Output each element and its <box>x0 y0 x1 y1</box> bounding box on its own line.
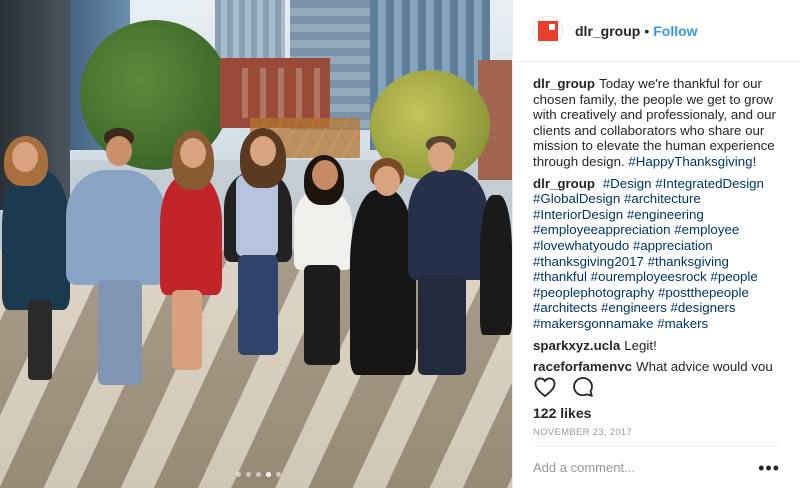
person-legs <box>172 290 202 370</box>
comment-button[interactable] <box>571 375 595 399</box>
like-button[interactable] <box>533 375 557 399</box>
likes-count[interactable]: 122 likes <box>533 405 591 421</box>
person <box>160 175 222 295</box>
person-legs <box>28 300 52 380</box>
comment-text: Legit! <box>624 337 657 353</box>
hashtag-link[interactable]: #IntegratedDesign <box>655 176 764 191</box>
hashtag-link[interactable]: #makersgonnamake <box>533 316 653 331</box>
avatar[interactable] <box>533 15 563 46</box>
comment-icon <box>573 377 593 397</box>
hashtag-link[interactable]: #appreciation <box>633 238 713 253</box>
hashtag-link[interactable]: #architects <box>533 300 597 315</box>
person <box>66 170 166 285</box>
carousel-dot[interactable] <box>276 472 281 477</box>
comment: raceforfamenyc What advice would you <box>533 359 783 371</box>
caption-end: ! <box>752 153 757 169</box>
caption-username[interactable]: dlr_group <box>533 76 595 91</box>
hashtag-comment-username[interactable]: dlr_group <box>533 176 595 191</box>
head <box>180 138 206 168</box>
caption-hashtag[interactable]: #HappyThanksgiving <box>628 154 752 169</box>
carousel-dot[interactable] <box>246 472 251 477</box>
hashtag-link[interactable]: #thankful <box>533 269 587 284</box>
caption: dlr_group Today we're thankful for our ch… <box>533 76 783 170</box>
hashtag-link[interactable]: #designers <box>671 300 736 315</box>
hashtag-link[interactable]: #peoplephotography <box>533 285 654 300</box>
head <box>374 166 400 196</box>
header-username[interactable]: dlr_group <box>575 23 640 39</box>
comments-list[interactable]: dlr_group Today we're thankful for our ch… <box>533 76 783 371</box>
person <box>408 170 488 280</box>
hashtag-comment: dlr_group #Design #IntegratedDesign #Glo… <box>533 176 783 332</box>
add-comment-input[interactable] <box>533 460 733 475</box>
person-legs <box>418 275 466 375</box>
comment: sparkxyz.ucla Legit! <box>533 338 783 354</box>
head <box>106 136 132 166</box>
head <box>12 142 38 172</box>
hashtag-link[interactable]: #engineering <box>627 207 704 222</box>
hashtag-link[interactable]: #lovewhatyoudo <box>533 238 629 253</box>
head <box>312 160 338 190</box>
more-options-icon[interactable]: ••• <box>758 459 780 477</box>
post-date: NOVEMBER 23, 2017 <box>533 427 633 438</box>
hashtag-link[interactable]: #people <box>710 269 757 284</box>
carousel-dot-active[interactable] <box>266 472 271 477</box>
head <box>428 142 454 172</box>
hashtag-link[interactable]: #engineers <box>601 300 667 315</box>
hashtag-link[interactable]: #makers <box>657 316 708 331</box>
carousel-indicator <box>236 472 281 477</box>
hashtag-link[interactable]: #ouremployeesrock <box>591 269 707 284</box>
head <box>250 136 276 166</box>
person-legs <box>304 265 340 365</box>
carousel-dot[interactable] <box>236 472 241 477</box>
person <box>350 190 416 375</box>
comment-username[interactable]: raceforfamenyc <box>533 359 632 371</box>
person-legs <box>98 280 142 385</box>
follow-button[interactable]: Follow <box>653 23 697 39</box>
hashtag-link[interactable]: #thanksgiving2017 <box>533 254 644 269</box>
add-comment-bar: ••• <box>533 446 780 488</box>
comment-text: What advice would you <box>636 359 773 371</box>
hashtag-list: #Design #IntegratedDesign #GlobalDesign … <box>533 176 764 331</box>
hashtag-link[interactable]: #thanksgiving <box>648 254 729 269</box>
post-photo[interactable] <box>0 0 512 488</box>
heart-icon <box>534 377 556 397</box>
dlr-logo-icon <box>538 20 558 41</box>
hashtag-link[interactable]: #GlobalDesign <box>533 191 620 206</box>
hashtag-link[interactable]: #InteriorDesign <box>533 207 623 222</box>
hashtag-link[interactable]: #employee <box>674 222 739 237</box>
carousel-dot[interactable] <box>256 472 261 477</box>
hashtag-link[interactable]: #postthepeople <box>658 285 749 300</box>
person-legs <box>238 255 278 355</box>
post-header: dlr_group • Follow <box>513 0 800 62</box>
header-separator: • <box>644 22 650 39</box>
hashtag-link[interactable]: #architecture <box>624 191 701 206</box>
post-actions <box>533 375 595 399</box>
hashtag-link[interactable]: #Design <box>603 176 652 191</box>
comment-username[interactable]: sparkxyz.ucla <box>533 338 620 353</box>
person <box>480 195 512 335</box>
person <box>2 170 70 310</box>
hashtag-link[interactable]: #employeeappreciation <box>533 222 671 237</box>
post-side-panel: dlr_group • Follow dlr_group Today we're … <box>512 0 800 488</box>
